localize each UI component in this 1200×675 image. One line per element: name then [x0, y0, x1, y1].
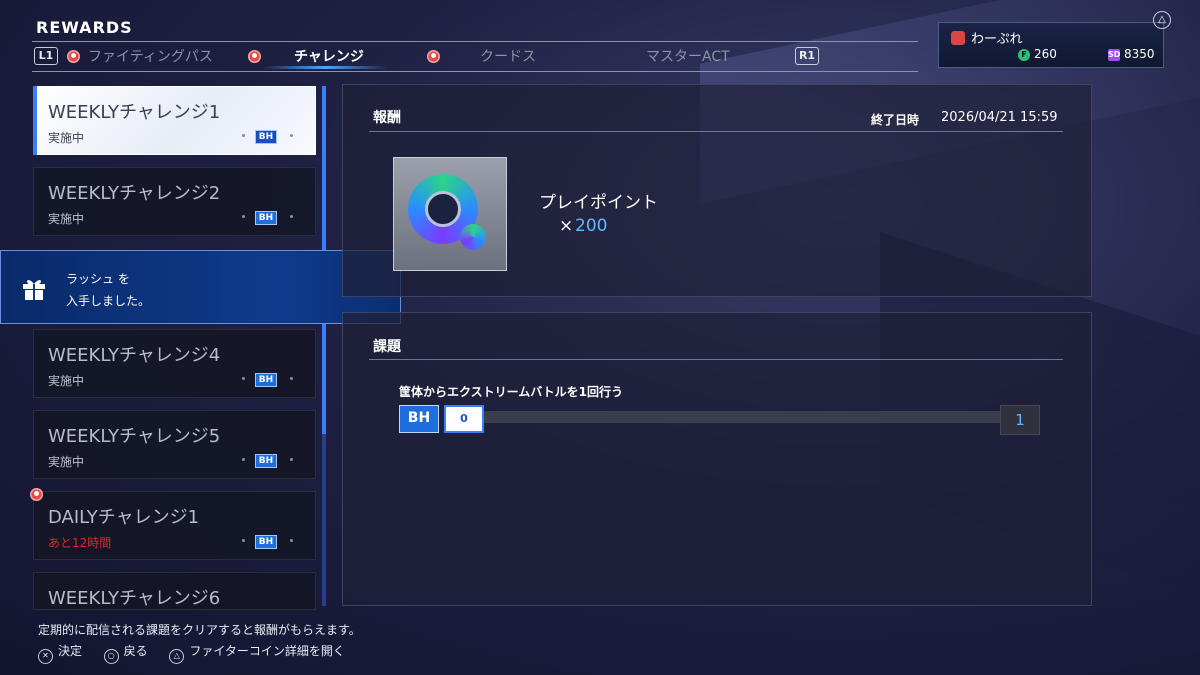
task-description: 筐体からエクストリームバトルを1回行う: [399, 385, 623, 399]
active-tab-indicator: [262, 66, 388, 69]
bh-badge-icon: BH: [255, 130, 277, 144]
circle-button-icon: ○: [103, 649, 119, 664]
reward-item-thumbnail: [393, 157, 507, 271]
quantity-prefix: ×: [559, 216, 574, 236]
challenge-title: WEEKLYチャレンジ2: [48, 183, 221, 204]
triangle-button-icon: △: [169, 649, 185, 664]
progress-target-value: 1: [1000, 405, 1040, 435]
bh-badge-icon: BH: [255, 535, 277, 549]
coin-details-hint-label[interactable]: ファイターコイン詳細を開く: [189, 644, 345, 658]
r1-shoulder-button[interactable]: R1: [795, 47, 819, 65]
separator-dot: [242, 215, 245, 218]
task-progress-track: [484, 411, 1040, 423]
fighter-coin-value: 260: [1034, 47, 1057, 61]
challenge-list-item[interactable]: WEEKLYチャレンジ2 実施中 BH: [33, 167, 316, 236]
reward-item-quantity: 200: [575, 216, 608, 236]
toast-message-line2: 入手しました。: [66, 294, 151, 308]
end-date-label: 終了日時: [871, 113, 920, 127]
end-date-value: 2026/04/21 15:59: [941, 110, 1058, 125]
tab-alert-icon: [427, 50, 440, 63]
challenge-title: DAILYチャレンジ1: [48, 507, 200, 528]
challenge-list-item[interactable]: WEEKLYチャレンジ5 実施中 BH: [33, 410, 316, 479]
tab-alert-icon: [248, 50, 261, 63]
panel-divider: [369, 131, 1063, 132]
task-heading: 課題: [373, 339, 401, 355]
back-hint-label[interactable]: 戻る: [124, 644, 148, 658]
separator-dot: [290, 215, 293, 218]
cross-button-icon: ✕: [38, 649, 53, 664]
challenge-list-item[interactable]: WEEKLYチャレンジ4 実施中 BH: [33, 329, 316, 398]
separator-dot: [242, 377, 245, 380]
tab-alert-icon: [67, 50, 80, 63]
footer-description: 定期的に配信される課題をクリアすると報酬がもらえます。: [38, 623, 361, 637]
reward-item-name: プレイポイント: [539, 193, 658, 213]
bh-badge-icon: BH: [255, 373, 277, 387]
challenge-status: 実施中: [48, 374, 85, 388]
challenge-title: WEEKLYチャレンジ5: [48, 426, 221, 447]
challenge-list-item[interactable]: WEEKLYチャレンジ1 実施中 BH: [33, 86, 316, 155]
play-point-chip-small: [460, 224, 486, 250]
task-panel: 課題 筐体からエクストリームバトルを1回行う BH 0 1: [342, 312, 1092, 606]
challenge-status: 実施中: [48, 212, 85, 226]
separator-dot: [290, 458, 293, 461]
fighter-coin-icon: F: [1018, 49, 1030, 61]
player-card: わーぷれ: [938, 22, 1164, 68]
reward-toast: ラッシュ を 入手しました。: [0, 250, 401, 324]
tab-fighting-pass[interactable]: ファイティングパス: [88, 46, 213, 68]
separator-dot: [242, 458, 245, 461]
player-name: わーぷれ: [971, 32, 1023, 47]
drive-coin-icon: SD: [1108, 49, 1121, 61]
progress-current-value: 0: [444, 405, 484, 433]
triangle-button-icon[interactable]: △: [1153, 11, 1171, 29]
bh-progress-badge-icon: BH: [399, 405, 439, 433]
challenge-status: 実施中: [48, 455, 85, 469]
tab-bar-rule-top: [32, 41, 918, 42]
page-title: REWARDS: [36, 18, 133, 37]
tab-master-act[interactable]: マスターACT: [646, 46, 730, 68]
challenge-time-remaining: あと12時間: [48, 536, 112, 550]
challenge-title: WEEKLYチャレンジ6: [48, 588, 221, 609]
reward-heading: 報酬: [373, 110, 401, 126]
challenge-list-item[interactable]: DAILYチャレンジ1 あと12時間 BH: [33, 491, 316, 560]
tab-kudos[interactable]: クードス: [480, 46, 536, 68]
separator-dot: [290, 377, 293, 380]
challenge-list-item[interactable]: WEEKLYチャレンジ6: [33, 572, 316, 610]
confirm-hint-label[interactable]: 決定: [58, 644, 82, 658]
player-avatar-icon: [951, 31, 965, 45]
separator-dot: [290, 539, 293, 542]
bh-badge-icon: BH: [255, 211, 277, 225]
separator-dot: [242, 539, 245, 542]
footer-button-hints: ✕ 決定 ○ 戻る △ ファイターコイン詳細を開く: [38, 642, 345, 664]
tab-challenge[interactable]: チャレンジ: [294, 46, 364, 68]
separator-dot: [242, 134, 245, 137]
tab-bar-rule-bottom: [32, 71, 918, 72]
challenge-title: WEEKLYチャレンジ1: [48, 102, 221, 123]
bh-badge-icon: BH: [255, 454, 277, 468]
drive-coin-value: 8350: [1124, 47, 1155, 61]
challenge-title: WEEKLYチャレンジ4: [48, 345, 221, 366]
gift-icon: [23, 280, 45, 300]
panel-divider: [369, 359, 1063, 360]
challenge-alert-icon: [30, 488, 43, 501]
l1-shoulder-button[interactable]: L1: [34, 47, 58, 65]
separator-dot: [290, 134, 293, 137]
toast-message-line1: ラッシュ を: [66, 272, 130, 286]
challenge-status: 実施中: [48, 131, 85, 145]
play-point-chip-center: [425, 191, 461, 227]
reward-panel: 報酬 終了日時 2026/04/21 15:59 プレイポイント × 200: [342, 84, 1092, 297]
